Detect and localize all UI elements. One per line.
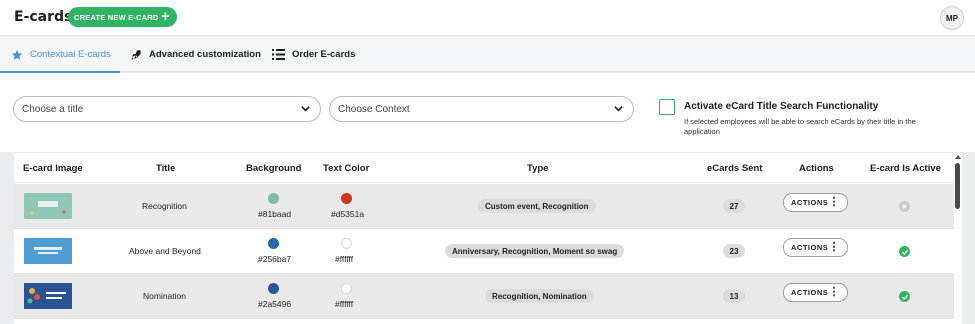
ecard-thumbnail[interactable] (24, 193, 72, 219)
active-status-icon[interactable] (899, 291, 910, 302)
column-header-active: E-card Is Active (870, 162, 941, 174)
column-header-text-color: Text Color (323, 162, 370, 174)
actions-label: ACTIONS (791, 288, 829, 297)
search-functionality-description: If selected employees will be able to se… (684, 117, 916, 136)
kebab-menu-icon: ⋮ (828, 241, 840, 253)
sent-count-badge: 13 (723, 289, 745, 303)
actions-button[interactable]: ACTIONS ⋮ (783, 238, 848, 257)
ecard-title: Nomination (143, 291, 186, 301)
column-header-actions: Actions (799, 162, 834, 174)
top-bar: E-cards CREATE NEW E-CARD + MP (0, 0, 975, 36)
column-header-type: Type (527, 162, 549, 174)
ecard-thumbnail[interactable] (24, 283, 72, 309)
title-select-value: Choose a title (22, 103, 84, 115)
column-header-image: E-card Image (23, 162, 83, 174)
table-header: E-card Image Title Background Text Color… (14, 153, 954, 183)
chevron-down-icon (300, 103, 311, 117)
scrollbar-thumb[interactable] (955, 163, 960, 209)
background-color-hex: #81baad (258, 209, 292, 219)
type-badge: Custom event, Recognition (478, 199, 596, 213)
tab-contextual-ecards[interactable]: Contextual E-cards (11, 37, 111, 72)
context-select-value: Choose Context (338, 103, 410, 115)
title-select[interactable]: Choose a title (13, 96, 321, 122)
star-icon (11, 49, 23, 61)
kebab-menu-icon: ⋮ (828, 286, 840, 298)
chevron-down-icon (613, 103, 624, 117)
background-color-swatch (268, 283, 279, 294)
tab-order-ecards[interactable]: Order E-cards (272, 37, 355, 72)
active-status-icon[interactable] (899, 246, 910, 257)
sent-count-badge: 23 (723, 244, 745, 258)
ecard-title: Above and Beyond (129, 246, 201, 256)
tab-bar: Contextual E-cards Advanced customizatio… (0, 37, 975, 73)
text-color-swatch (341, 283, 352, 294)
inactive-status-icon[interactable] (899, 201, 910, 212)
background-color-hex: #2a5496 (258, 299, 292, 309)
actions-label: ACTIONS (791, 198, 829, 207)
context-select[interactable]: Choose Context (329, 96, 634, 122)
create-new-ecard-button[interactable]: CREATE NEW E-CARD + (68, 7, 177, 27)
scroll-up-arrow-icon[interactable] (955, 155, 961, 159)
table-scrollbar[interactable] (954, 153, 962, 324)
table-row[interactable]: Recognition #81baad #d5351a Custom event… (14, 184, 954, 229)
column-header-background: Background (246, 162, 302, 174)
filters-panel: Choose a title Choose Context (0, 73, 975, 152)
list-icon (272, 49, 285, 60)
sent-count-badge: 27 (723, 199, 745, 213)
text-color-swatch (341, 193, 352, 204)
background-color-swatch (268, 238, 279, 249)
text-color-swatch (341, 238, 352, 249)
ecard-title: Recognition (142, 201, 187, 211)
column-header-sent: eCards Sent (707, 162, 763, 174)
plus-icon: + (161, 8, 170, 25)
kebab-menu-icon: ⋮ (828, 196, 840, 208)
search-functionality-checkbox[interactable] (659, 99, 675, 115)
ecard-thumbnail[interactable] (24, 238, 72, 264)
tab-label: Order E-cards (292, 49, 356, 60)
text-color-hex: #ffffff (335, 254, 354, 264)
text-color-hex: #d5351a (331, 209, 365, 219)
table-row[interactable]: Nomination #2a5496 #ffffff Recognition, … (14, 274, 954, 319)
page-title: E-cards (14, 9, 73, 25)
rocket-icon (130, 49, 142, 61)
tab-label: Contextual E-cards (30, 49, 111, 60)
avatar[interactable]: MP (940, 6, 964, 30)
actions-label: ACTIONS (791, 243, 829, 252)
type-badge: Recognition, Nomination (485, 289, 594, 303)
tab-label: Advanced customization (149, 49, 261, 60)
ecards-table: E-card Image Title Background Text Color… (14, 153, 954, 324)
actions-button[interactable]: ACTIONS ⋮ (783, 193, 848, 212)
create-new-ecard-label: CREATE NEW E-CARD (74, 12, 159, 22)
actions-button[interactable]: ACTIONS ⋮ (783, 283, 848, 302)
table-row[interactable]: Above and Beyond #256ba7 #ffffff Anniver… (14, 229, 954, 274)
column-header-title: Title (156, 162, 176, 174)
tab-advanced-customization[interactable]: Advanced customization (130, 37, 261, 72)
search-functionality-label: Activate eCard Title Search Functionalit… (684, 101, 879, 112)
background-color-swatch (268, 193, 279, 204)
text-color-hex: #ffffff (335, 299, 354, 309)
background-color-hex: #256ba7 (258, 254, 292, 264)
type-badge: Anniversary, Recognition, Moment so swag (445, 244, 625, 258)
